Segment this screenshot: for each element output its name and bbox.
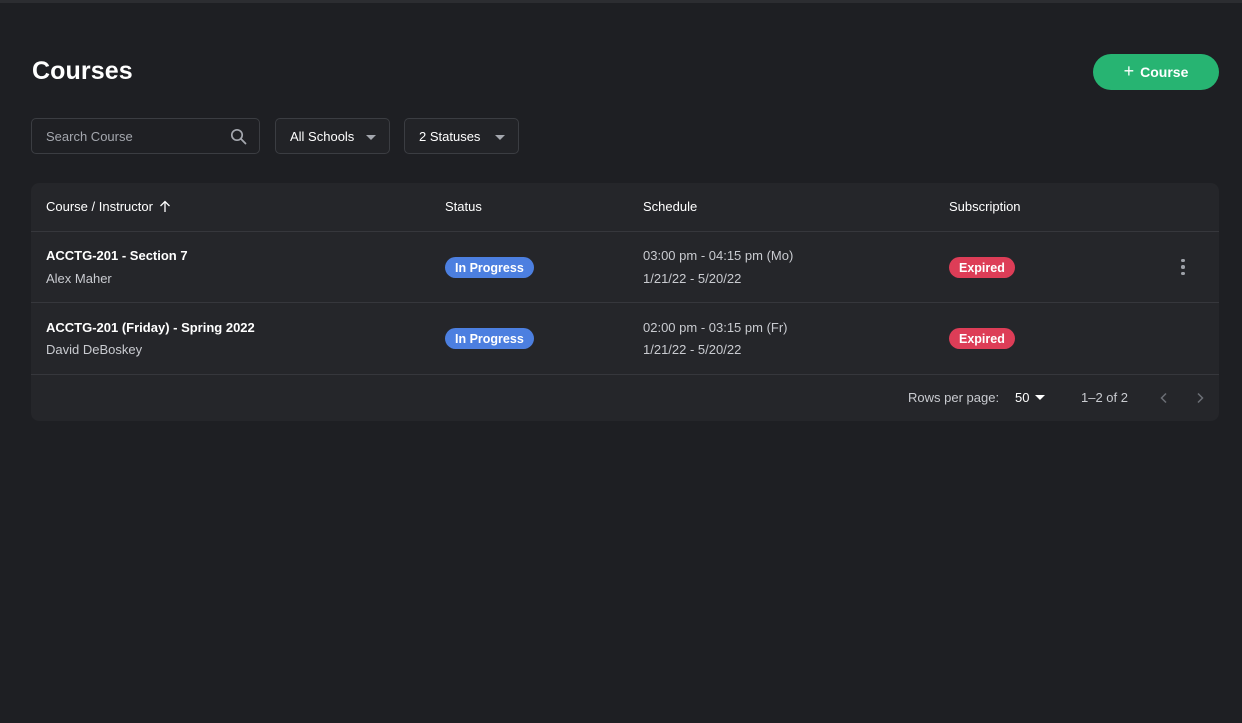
schedule-time: 03:00 pm - 04:15 pm (Mo) (643, 248, 794, 263)
caret-down-icon (366, 135, 376, 140)
instructor-name: Alex Maher (46, 271, 112, 286)
plus-icon: + (1123, 61, 1135, 81)
instructor-name: David DeBoskey (46, 342, 143, 357)
column-header-label: Course / Instructor (46, 199, 153, 214)
arrow-up-icon (159, 200, 170, 212)
schedule-dates: 1/21/22 - 5/20/22 (643, 342, 742, 357)
search-field[interactable] (31, 118, 260, 154)
table-row[interactable]: ACCTG-201 (Friday) - Spring 2022 David D… (31, 304, 1219, 375)
school-filter-value: All Schools (290, 128, 355, 144)
next-page-button[interactable] (1191, 389, 1209, 407)
column-header-label: Status (445, 199, 482, 214)
add-course-button[interactable]: + Course (1093, 54, 1219, 90)
schedule-time: 02:00 pm - 03:15 pm (Fr) (643, 320, 788, 335)
course-name[interactable]: ACCTG-201 - Section 7 (46, 248, 188, 263)
subscription-badge: Expired (949, 328, 1015, 349)
rows-per-page-label: Rows per page: (908, 390, 1000, 405)
rows-per-page-value: 50 (1015, 390, 1030, 405)
top-border (0, 0, 1242, 3)
column-header-label: Schedule (643, 199, 698, 214)
course-name[interactable]: ACCTG-201 (Friday) - Spring 2022 (46, 320, 255, 335)
status-badge: In Progress (445, 328, 534, 349)
search-input[interactable] (32, 128, 223, 144)
subscription-badge: Expired (949, 257, 1015, 278)
school-filter-dropdown[interactable]: All Schools (275, 118, 390, 154)
column-header-schedule[interactable]: Schedule (643, 199, 697, 214)
table-pagination: Rows per page: 50 1–2 of 2 (31, 376, 1219, 420)
table-row[interactable]: ACCTG-201 - Section 7 Alex Maher In Prog… (31, 232, 1219, 303)
column-header-course[interactable]: Course / Instructor (46, 199, 171, 214)
table-header: Course / Instructor Status Schedule Subs… (31, 183, 1219, 232)
chevron-right-icon (1197, 392, 1204, 404)
courses-table: Course / Instructor Status Schedule Subs… (31, 183, 1219, 421)
chevron-left-icon (1160, 392, 1167, 404)
caret-down-icon (495, 135, 505, 140)
status-filter-dropdown[interactable]: 2 Statuses (404, 118, 519, 154)
column-header-subscription[interactable]: Subscription (949, 199, 1021, 214)
column-header-status[interactable]: Status (445, 199, 482, 214)
status-filter-value: 2 Statuses (419, 128, 481, 144)
status-badge: In Progress (445, 257, 534, 278)
rows-per-page-select[interactable]: 50 (1015, 390, 1046, 405)
row-menu-icon[interactable] (1176, 257, 1190, 277)
caret-down-icon (1035, 395, 1046, 400)
add-course-label: Course (1140, 64, 1189, 80)
previous-page-button[interactable] (1155, 389, 1173, 407)
pagination-range: 1–2 of 2 (1081, 390, 1128, 405)
search-icon[interactable] (223, 128, 253, 145)
page-title: Courses (32, 57, 133, 85)
schedule-dates: 1/21/22 - 5/20/22 (643, 271, 742, 286)
column-header-label: Subscription (949, 199, 1021, 214)
